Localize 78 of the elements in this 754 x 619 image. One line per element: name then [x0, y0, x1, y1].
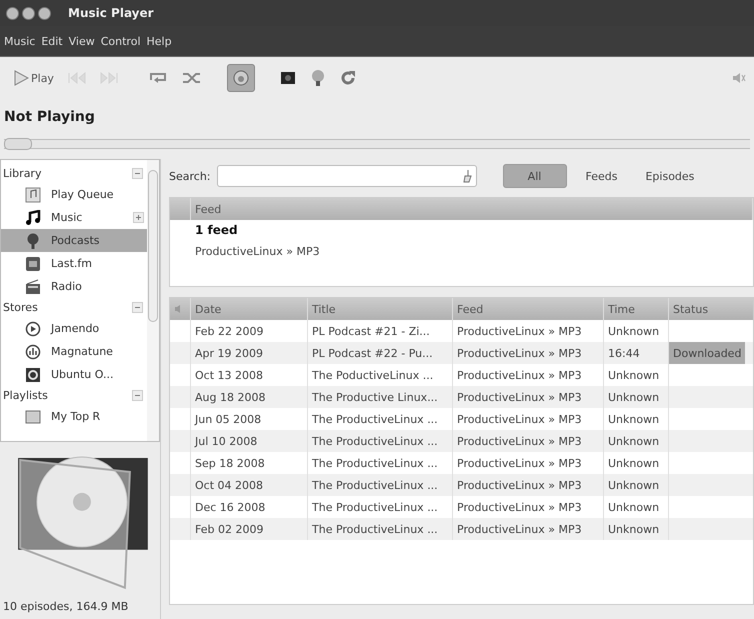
volume-icon[interactable]: [732, 72, 746, 84]
refresh-icon: [340, 70, 356, 86]
play-button[interactable]: Play: [8, 64, 59, 92]
table-cell: Aug 18 2008: [191, 386, 308, 408]
table-cell: Unknown: [604, 386, 669, 408]
table-cell: Oct 04 2008: [191, 474, 308, 496]
table-cell: ProductiveLinux » MP3: [453, 430, 604, 452]
filter-button[interactable]: All: [502, 164, 566, 188]
filter-button[interactable]: Feeds: [576, 164, 626, 188]
table-cell: ProductiveLinux » MP3: [453, 342, 604, 364]
table-cell: The ProductiveLinux ...: [308, 474, 453, 496]
expander-icon[interactable]: [132, 390, 143, 401]
table-cell: The ProductiveLinux ...: [308, 430, 453, 452]
menu-item[interactable]: Control: [100, 34, 140, 48]
table-cell: Jul 10 2008: [191, 430, 308, 452]
previous-icon: [68, 72, 86, 84]
playlist-icon: [25, 408, 41, 424]
source-item[interactable]: Jamendo: [1, 317, 147, 340]
scrollbar[interactable]: [147, 160, 159, 442]
window-title: Music Player: [68, 6, 154, 20]
source-item[interactable]: Ubuntu O...: [1, 363, 147, 386]
source-item[interactable]: Radio: [1, 275, 147, 298]
table-cell: Feb 02 2009: [191, 518, 308, 540]
source-item[interactable]: Last.fm: [1, 252, 147, 275]
menu-item[interactable]: Edit: [41, 34, 63, 48]
bars-circle-icon: [25, 344, 41, 360]
source-item[interactable]: Music: [1, 206, 147, 229]
microphone-icon: [25, 232, 41, 248]
table-cell: Unknown: [604, 474, 669, 496]
shuffle-icon: [182, 71, 202, 85]
source-item[interactable]: Magnatune: [1, 340, 147, 363]
table-cell: ProductiveLinux » MP3: [453, 386, 604, 408]
next-icon: [100, 72, 118, 84]
section-header[interactable]: Playlists: [3, 389, 48, 402]
search-field[interactable]: [216, 165, 476, 187]
table-cell: ProductiveLinux » MP3: [453, 518, 604, 540]
column-header[interactable]: Time: [604, 298, 669, 320]
table-cell: The Productive Linux...: [308, 386, 453, 408]
menu-item[interactable]: Help: [146, 34, 172, 48]
status-cell: Downloaded: [669, 342, 746, 364]
column-header[interactable]: Title: [308, 298, 453, 320]
column-header[interactable]: Feed: [453, 298, 604, 320]
position-slider[interactable]: [4, 139, 750, 149]
close-button[interactable]: [6, 6, 19, 20]
table-cell: The ProductiveLinux ...: [308, 518, 453, 540]
clear-icon[interactable]: [462, 169, 472, 183]
table-cell: Unknown: [604, 518, 669, 540]
now-playing-label: Not Playing: [3, 108, 96, 127]
table-cell: PL Podcast #22 - Pu...: [308, 342, 453, 364]
lightbulb-icon: [310, 69, 326, 87]
feed-row[interactable]: ProductiveLinux » MP3: [170, 241, 753, 262]
table-cell: Unknown: [604, 430, 669, 452]
maximize-button[interactable]: [38, 6, 51, 20]
expander-icon[interactable]: [132, 168, 143, 179]
repeat-icon: [148, 71, 168, 85]
menu-item[interactable]: View: [68, 34, 95, 48]
source-item[interactable]: Play Queue: [1, 183, 147, 206]
status-text: 10 episodes, 164.9 MB: [2, 599, 130, 615]
play-circle-icon: [25, 320, 41, 336]
column-header[interactable]: Date: [191, 298, 308, 320]
table-cell: ProductiveLinux » MP3: [453, 474, 604, 496]
filter-button[interactable]: Episodes: [636, 164, 704, 188]
section-header[interactable]: Library: [3, 167, 42, 180]
source-item[interactable]: My Top R: [1, 405, 147, 428]
expander-icon[interactable]: [132, 302, 143, 313]
source-item[interactable]: Podcasts: [1, 229, 147, 252]
section-header[interactable]: Stores: [3, 301, 38, 314]
column-header[interactable]: Status: [669, 298, 753, 320]
search-label: Search:: [169, 170, 210, 182]
expander-icon[interactable]: [133, 212, 144, 223]
menu-item[interactable]: Music: [4, 34, 36, 48]
table-cell: Apr 19 2009: [191, 342, 308, 364]
play-icon: [13, 70, 29, 86]
slider-thumb[interactable]: [4, 138, 32, 150]
minimize-button[interactable]: [22, 6, 35, 20]
visualization-icon: [280, 70, 296, 86]
browse-button[interactable]: [226, 64, 255, 92]
feed-row[interactable]: 1 feed: [170, 220, 753, 241]
